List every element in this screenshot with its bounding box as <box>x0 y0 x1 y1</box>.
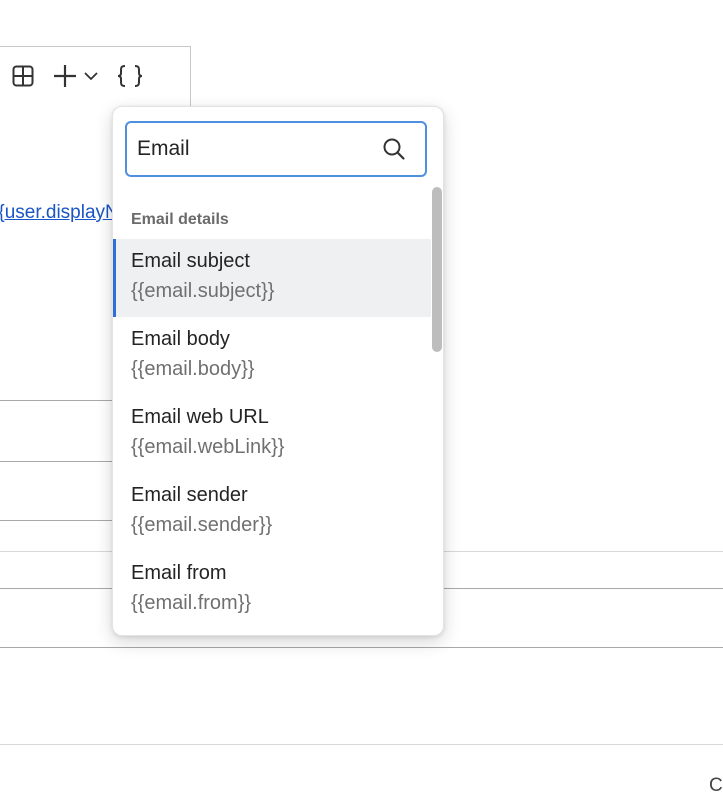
item-token: {{email.from}} <box>131 592 252 614</box>
list-item-email-subject[interactable]: Email subject {{email.subject}} <box>113 239 431 317</box>
search-box[interactable] <box>125 121 427 177</box>
item-token: {{email.webLink}} <box>131 436 285 458</box>
divider <box>0 461 112 462</box>
item-title: Email from <box>131 562 227 584</box>
variable-picker-popup: Email details Email subject {{email.subj… <box>112 106 444 636</box>
search-icon[interactable] <box>382 137 406 161</box>
item-title: Email subject <box>131 250 250 272</box>
item-token: {{email.sender}} <box>131 514 273 536</box>
divider <box>0 744 723 745</box>
search-input[interactable] <box>137 137 377 161</box>
insert-table-button[interactable] <box>11 64 35 88</box>
scrollbar-thumb[interactable] <box>432 187 442 352</box>
insert-button[interactable] <box>52 64 78 88</box>
list-item-email-sender[interactable]: Email sender {{email.sender}} <box>113 473 431 551</box>
list-item-email-web-url[interactable]: Email web URL {{email.webLink}} <box>113 395 431 473</box>
corner-text: C <box>709 775 723 796</box>
scrollbar[interactable] <box>431 185 443 635</box>
chevron-down-icon <box>84 72 98 81</box>
list-item-email-body[interactable]: Email body {{email.body}} <box>113 317 431 395</box>
braces-icon <box>117 65 143 87</box>
item-token: {{email.body}} <box>131 358 255 380</box>
insert-dropdown-button[interactable] <box>82 64 100 88</box>
divider <box>0 647 723 648</box>
table-icon <box>12 65 34 87</box>
item-token: {{email.subject}} <box>131 280 275 302</box>
divider <box>0 520 112 521</box>
section-header: Email details <box>131 211 229 228</box>
divider <box>0 400 112 401</box>
item-title: Email body <box>131 328 230 350</box>
plus-icon <box>54 65 76 87</box>
insert-variable-button[interactable] <box>115 64 145 88</box>
item-title: Email web URL <box>131 406 269 428</box>
item-title: Email sender <box>131 484 248 506</box>
list-item-email-from[interactable]: Email from {{email.from}} <box>113 551 431 629</box>
